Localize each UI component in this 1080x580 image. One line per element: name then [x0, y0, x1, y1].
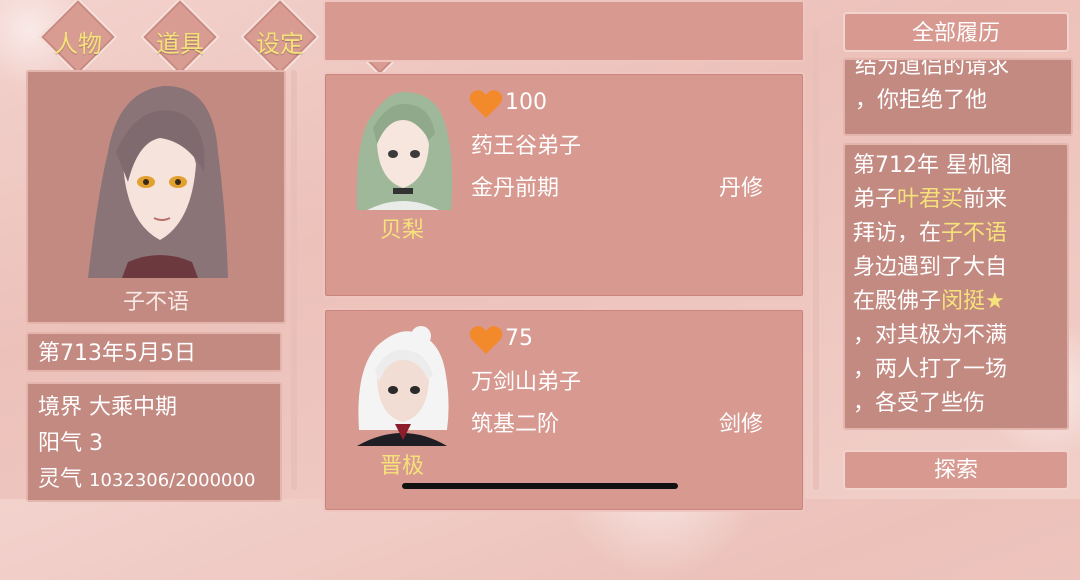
character-avatar: [357, 326, 449, 446]
character-realm: 筑基二阶: [471, 412, 560, 437]
stat-qi-label: 灵气: [38, 467, 83, 492]
highlight-name: 闵挺★: [941, 289, 1005, 314]
tab-label: 设定: [256, 30, 304, 58]
game-date: 第713年5月5日: [26, 332, 282, 372]
tab-label: 道具: [156, 30, 204, 58]
stat-realm-value: 大乘中期: [89, 395, 178, 420]
history-line: ，两人打了一场: [853, 357, 1008, 382]
character-card-partial[interactable]: [323, 0, 805, 62]
explore-button[interactable]: 探索: [843, 450, 1069, 490]
history-entry-text: 第712年 星机阁 弟子叶君买前来 拜访，在子不语 身边遇到了大自 在殿佛子闵挺…: [853, 149, 1059, 421]
player-name: 子不语: [122, 290, 189, 315]
heart-icon: [469, 90, 503, 118]
character-avatar: [356, 91, 453, 210]
highlight-name: 子不语: [941, 221, 1008, 246]
stat-realm-label: 境界: [38, 395, 83, 420]
history-line: ，各受了些伤: [853, 391, 986, 416]
player-portrait-card[interactable]: 子不语: [26, 70, 286, 324]
stat-qi-value: 1032306/2000000: [89, 470, 256, 491]
favor-value: 75: [505, 326, 533, 351]
tab-label: 人物: [54, 30, 102, 58]
character-sect: 药王谷弟子: [471, 134, 582, 159]
tab-characters[interactable]: 人物: [36, 0, 120, 77]
highlight-name: 叶君买: [897, 187, 964, 212]
stat-yang: 阳气 3: [38, 426, 270, 462]
history-entry-text: 结为道侣的请求 ，你拒绝了他: [855, 58, 1010, 118]
heart-icon: [469, 326, 503, 354]
history-entry: 结为道侣的请求 ，你拒绝了他: [843, 58, 1073, 136]
character-list-scrollbar[interactable]: [813, 30, 819, 490]
history-title-button[interactable]: 全部履历: [843, 12, 1069, 52]
character-realm: 金丹前期: [471, 176, 560, 201]
history-entry: 第712年 星机阁 弟子叶君买前来 拜访，在子不语 身边遇到了大自 在殿佛子闵挺…: [843, 143, 1069, 430]
character-name: 晋极: [379, 454, 424, 479]
character-card[interactable]: 贝梨 100 药王谷弟子 金丹前期 丹修: [323, 72, 805, 298]
character-name: 贝梨: [379, 218, 424, 243]
character-class: 丹修: [718, 176, 763, 201]
tab-items[interactable]: 道具: [138, 0, 222, 77]
history-line: 在殿佛子闵挺★: [853, 289, 1005, 314]
player-stats-panel: 境界 大乘中期 阳气 3 灵气 1032306/2000000: [26, 382, 282, 502]
home-indicator[interactable]: [402, 483, 678, 489]
history-line: 结为道侣的请求: [855, 58, 1010, 79]
character-card[interactable]: 晋极 75 万剑山弟子 筑基二阶 剑修: [323, 308, 805, 512]
history-line: 第712年 星机阁: [853, 153, 1012, 178]
history-line: ，对其极为不满: [853, 323, 1008, 348]
character-sect: 万剑山弟子: [471, 370, 582, 395]
stat-realm: 境界 大乘中期: [38, 390, 270, 426]
player-portrait: [88, 85, 228, 278]
list-scrollbar[interactable]: [291, 70, 297, 490]
character-class: 剑修: [718, 412, 763, 437]
history-line: 弟子叶君买前来: [853, 187, 1008, 212]
history-line: 拜访，在子不语: [853, 221, 1008, 246]
history-line: 身边遇到了大自: [853, 255, 1008, 280]
stat-yang-value: 3: [89, 431, 104, 456]
stat-qi: 灵气 1032306/2000000: [38, 462, 270, 499]
favor-value: 100: [505, 90, 547, 115]
tab-settings[interactable]: 设定: [238, 0, 322, 77]
stat-yang-label: 阳气: [38, 431, 83, 456]
history-line: ，你拒绝了他: [855, 88, 988, 113]
